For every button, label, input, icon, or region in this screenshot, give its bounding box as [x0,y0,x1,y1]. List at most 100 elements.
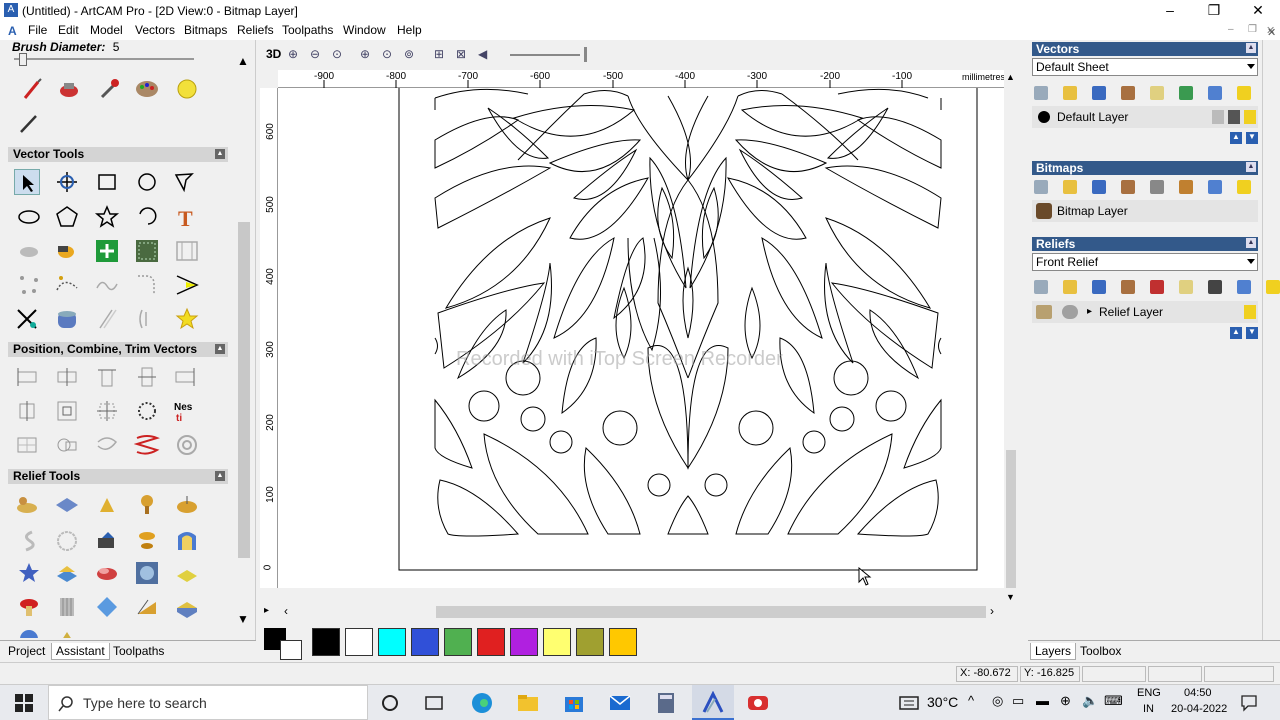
paste-relief-icon[interactable] [94,528,120,554]
relief-diamond-icon[interactable] [94,594,120,620]
scroll-up-arrow-icon[interactable]: ▲ [1006,72,1015,82]
mdi-restore-button[interactable]: ❐ [1248,24,1257,35]
scroll-down-icon[interactable]: ▼ [237,612,249,626]
wave-vector-icon[interactable] [94,272,120,298]
windows-start-icon[interactable] [12,691,36,715]
layer-visible-icon[interactable] [1244,110,1256,124]
language-line2[interactable]: IN [1143,703,1154,715]
pen-icon[interactable] [16,110,42,136]
block-copy-icon[interactable] [14,432,40,458]
vector-library-icon[interactable] [174,238,200,264]
mirror-icon[interactable] [94,432,120,458]
tray-monitor-icon[interactable]: ▭ [1012,693,1024,709]
delete-layer-icon[interactable] [1208,86,1222,100]
scroll-right-arrow-icon[interactable]: › [990,604,994,618]
color-swatch-cyan[interactable] [378,628,406,656]
brush-slider-track[interactable] [14,58,194,60]
relief-select[interactable]: Front Relief [1032,253,1258,271]
polygon-icon[interactable] [54,204,80,230]
restore-button[interactable]: ❐ [1192,0,1236,22]
lock-layer-icon[interactable] [1150,86,1164,100]
close-button[interactable]: ✕ [1236,0,1280,22]
color-swatch-olive[interactable] [576,628,604,656]
vector-import-icon[interactable] [16,238,42,264]
view-3d-button[interactable]: 3D [266,47,281,61]
center-vertical-icon[interactable] [14,398,40,424]
artcam-taskbar-button[interactable] [692,685,734,720]
left-panel-scrollbar[interactable] [238,222,250,558]
brush-slider-thumb[interactable] [19,53,27,66]
vector-sheet-select[interactable]: Default Sheet [1032,58,1258,76]
turn-icon[interactable] [174,492,200,518]
blend-slider[interactable] [510,54,580,56]
relief-column-icon[interactable] [54,594,80,620]
align-right-icon[interactable] [172,364,198,390]
bitmap-properties-icon[interactable] [1179,180,1193,194]
center-all-icon[interactable] [94,398,120,424]
save-bitmap-icon[interactable] [1092,180,1106,194]
create-vectors-icon[interactable] [54,238,80,264]
menu-window[interactable]: Window [343,23,386,37]
view-vertical-scrollbar[interactable]: ▲ ▼ [1004,70,1018,606]
notifications-icon[interactable] [1240,694,1258,712]
color-swatch-black[interactable] [312,628,340,656]
relief-combine-icon[interactable] [1062,305,1078,319]
hscroll-thumb[interactable] [436,606,986,618]
select-arrow-icon[interactable] [14,169,40,195]
relief-layers-icon[interactable] [54,560,80,586]
tray-app-icon[interactable]: ◎ [992,693,1003,709]
relief-layer-visible-icon[interactable] [1244,305,1256,319]
zoom-box-icon[interactable]: ⊙ [332,47,342,61]
center-page-icon[interactable] [54,398,80,424]
relief-visibility-icon[interactable] [1266,280,1280,294]
color-swatch-red[interactable] [477,628,505,656]
reliefs-header[interactable]: Reliefs ▲ [1032,237,1258,251]
fillet-icon[interactable] [134,272,160,298]
arc-icon[interactable] [134,204,160,230]
trim-vector-icon[interactable] [14,306,40,332]
copy-along-vector-icon[interactable] [54,432,80,458]
relief-partial-2-icon[interactable] [54,626,80,638]
paint-brush-icon[interactable] [20,76,46,102]
relief-image-icon[interactable] [1208,280,1222,294]
color-swatch-blue[interactable] [411,628,439,656]
menu-bitmaps[interactable]: Bitmaps [184,23,227,37]
tab-toolpaths[interactable]: Toolpaths [109,643,168,659]
view-split-icon[interactable]: ▸ [264,605,269,616]
layer-up-icon[interactable]: ▲ [1230,132,1242,144]
relief-layer-row[interactable]: ▸ Relief Layer [1032,301,1258,323]
app-menu-icon[interactable]: A [8,24,22,38]
polyline-icon[interactable] [172,169,198,195]
bitmap-grayscale-icon[interactable] [1150,180,1164,194]
delete-relief-icon[interactable] [1237,280,1251,294]
scroll-up-icon[interactable]: ▲ [237,54,249,68]
menu-reliefs[interactable]: Reliefs [237,23,274,37]
color-swatch-purple[interactable] [510,628,538,656]
relief-mushroom-icon[interactable] [16,594,42,620]
menu-file[interactable]: File [28,23,47,37]
visibility-bulb-icon[interactable] [1237,86,1251,100]
new-relief-layer-icon[interactable] [1034,280,1048,294]
relief-wedge-icon[interactable] [134,594,160,620]
position-combine-header[interactable]: Position, Combine, Trim Vectors ▲ [8,342,228,357]
vscroll-thumb[interactable] [1006,450,1016,588]
default-layer-row[interactable]: Default Layer [1032,106,1258,128]
nesting-icon[interactable]: Nes ti [172,398,198,424]
shape-editor-icon[interactable] [14,492,40,518]
text-tool-icon[interactable]: T [174,204,200,231]
language-line1[interactable]: ENG [1137,687,1161,699]
layer-properties-icon[interactable] [1179,86,1193,100]
bitmap-tool-icon[interactable] [174,76,200,102]
zoom-out-icon[interactable]: ⊖ [310,47,320,61]
merge-bitmap-icon[interactable] [1121,180,1135,194]
vector-doctor-icon[interactable] [134,306,160,332]
fill-icon[interactable] [56,76,82,102]
bitmap-layer-row[interactable]: Bitmap Layer [1032,200,1258,222]
menu-toolpaths[interactable]: Toolpaths [282,23,333,37]
eyedropper-icon[interactable] [96,76,122,102]
save-relief-icon[interactable] [1092,280,1106,294]
color-swatch-green[interactable] [444,628,472,656]
volume-icon[interactable]: 🔈 [1082,693,1098,709]
clock-date[interactable]: 20-04-2022 [1171,703,1227,715]
blend-slider-thumb[interactable] [584,47,587,62]
